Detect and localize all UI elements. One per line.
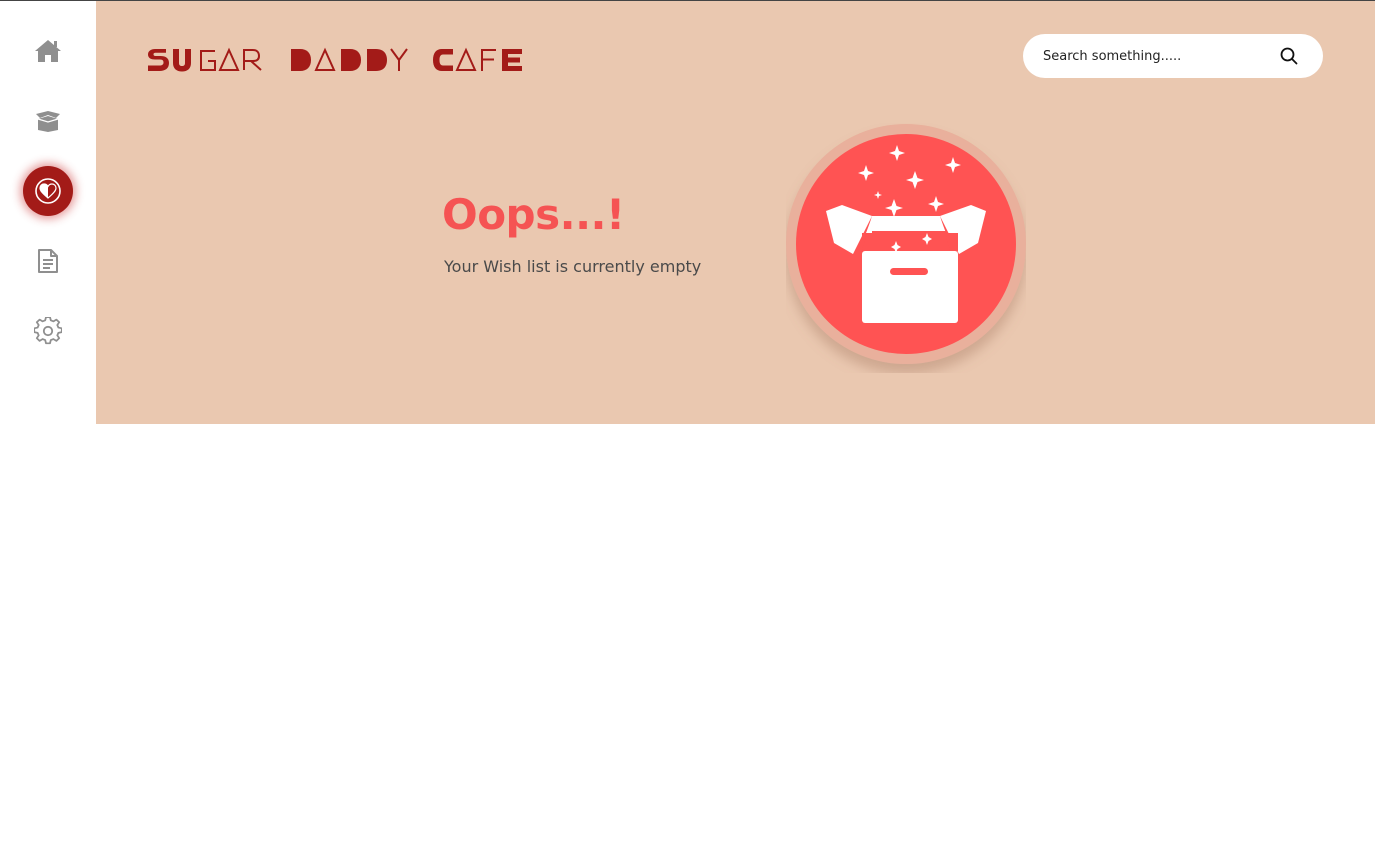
sidebar-item-home[interactable] bbox=[23, 26, 73, 76]
open-box-icon bbox=[34, 109, 62, 133]
sidebar-item-settings[interactable] bbox=[23, 306, 73, 356]
sidebar-item-products[interactable] bbox=[23, 96, 73, 146]
open-box-stars-icon bbox=[786, 123, 1026, 378]
sidebar bbox=[0, 1, 96, 868]
sidebar-item-wishlist[interactable] bbox=[23, 166, 73, 216]
gear-icon bbox=[34, 317, 62, 345]
home-icon bbox=[34, 38, 62, 64]
empty-state-message: Your Wish list is currently empty bbox=[444, 257, 702, 276]
empty-state-title: Oops...! bbox=[442, 190, 625, 239]
search-bar bbox=[1023, 34, 1323, 78]
heart-icon bbox=[35, 178, 61, 204]
document-icon bbox=[37, 248, 59, 274]
search-icon[interactable] bbox=[1279, 46, 1299, 66]
brand-logo-wordmark bbox=[148, 47, 522, 72]
hero-banner: Oops...! Your Wish list is currently emp… bbox=[96, 1, 1375, 424]
sidebar-item-orders[interactable] bbox=[23, 236, 73, 286]
search-input[interactable] bbox=[1043, 34, 1273, 78]
brand-logo bbox=[147, 45, 527, 80]
